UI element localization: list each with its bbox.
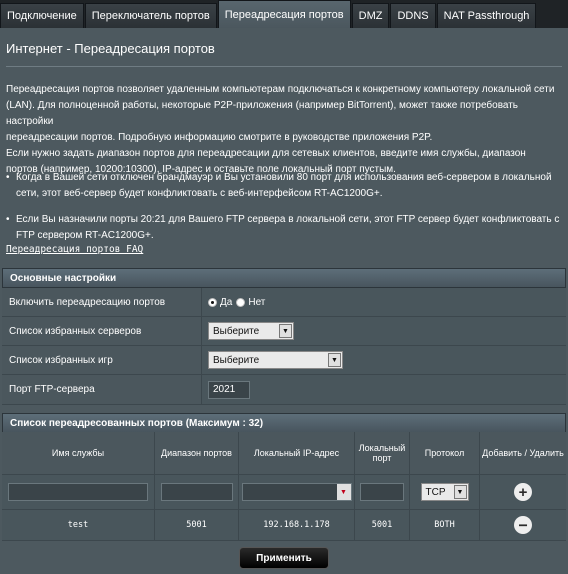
favorite-servers-select[interactable]: Выберите ▼ [208,322,294,340]
col-add-remove: Добавить / Удалить [480,432,566,474]
notes-list: Когда в Вашей сети отключен брандмауэр и… [6,170,562,254]
note-item: Если Вы назначили порты 20:21 для Вашего… [6,212,562,244]
service-name-input[interactable] [8,483,148,501]
local-ip-select[interactable]: ▼ [241,483,352,501]
description-line: переадресации портов. Подробную информац… [6,132,433,143]
tab-nat-passthrough[interactable]: NAT Passthrough [436,3,537,28]
favorite-games-row: Список избранных игр Выберите ▼ [2,346,566,375]
protocol-select[interactable]: TCP ▼ [420,483,469,501]
add-rule-button[interactable]: + [514,483,532,501]
ftp-port-row: Порт FTP-сервера 2021 [2,375,566,405]
radio-no-label: Нет [248,296,266,308]
table-row: test 5001 192.168.1.178 5001 BOTH − [2,510,566,541]
radio-yes[interactable] [208,297,217,307]
description-line: (LAN). Для полноценной работы, некоторые… [6,100,519,127]
port-range-input[interactable] [160,483,233,501]
row-local-port: 5001 [355,510,410,540]
row-port-range: 5001 [155,510,239,540]
enable-forwarding-row: Включить переадресацию портов Да Нет [2,288,566,317]
tab-connection[interactable]: Подключение [0,3,84,28]
chevron-down-icon: ▼ [453,485,467,499]
col-local-ip: Локальный IP-адрес [239,432,355,474]
basic-settings-header: Основные настройки [2,268,566,288]
col-port-range: Диапазон портов [155,432,239,474]
row-service: test [2,510,155,540]
radio-yes-label: Да [220,296,233,308]
col-local-port: Локальный порт [355,432,410,474]
chevron-down-icon: ▼ [328,353,341,367]
favorite-games-label: Список избранных игр [2,346,202,374]
ftp-port-input[interactable]: 2021 [208,380,250,399]
faq-link[interactable]: Переадресация портов FAQ [6,244,143,255]
tab-bar: Подключение Переключатель портов Переадр… [0,0,568,28]
title-divider [6,66,562,67]
local-port-input[interactable] [360,483,404,501]
chevron-down-icon: ▼ [336,484,351,500]
ftp-port-label: Порт FTP-сервера [2,375,202,404]
row-local-ip: 192.168.1.178 [239,510,355,540]
enable-forwarding-label: Включить переадресацию портов [2,288,202,316]
new-rule-row: ▼ TCP ▼ + [2,475,566,510]
favorite-games-select[interactable]: Выберите ▼ [208,351,343,369]
col-protocol: Протокол [410,432,480,474]
tab-ddns[interactable]: DDNS [390,3,436,28]
tab-port-trigger[interactable]: Переключатель портов [84,3,217,28]
tab-port-forwarding[interactable]: Переадресация портов [217,0,351,28]
favorite-servers-label: Список избранных серверов [2,317,202,345]
remove-rule-button[interactable]: − [514,516,532,534]
plus-circle-icon: + [518,483,528,501]
description-line: Переадресация портов позволяет удаленным… [6,84,555,95]
description-line: Если нужно задать диапазон портов для пе… [6,148,526,159]
row-protocol: BOTH [410,510,480,540]
minus-circle-icon: − [518,515,528,534]
description: Переадресация портов позволяет удаленным… [6,82,562,178]
port-list-header-row: Имя службы Диапазон портов Локальный IP-… [2,432,566,475]
note-item: Когда в Вашей сети отключен брандмауэр и… [6,170,562,202]
radio-no[interactable] [236,297,246,307]
col-service: Имя службы [2,432,155,474]
page-title: Интернет - Переадресация портов [6,41,215,56]
port-list-table: Имя службы Диапазон портов Локальный IP-… [2,432,566,541]
favorite-servers-row: Список избранных серверов Выберите ▼ [2,317,566,346]
apply-button[interactable]: Применить [239,547,329,569]
tab-dmz[interactable]: DMZ [351,3,390,28]
port-list-header: Список переадресованных портов (Максимум… [2,413,566,433]
chevron-down-icon: ▼ [279,324,292,338]
